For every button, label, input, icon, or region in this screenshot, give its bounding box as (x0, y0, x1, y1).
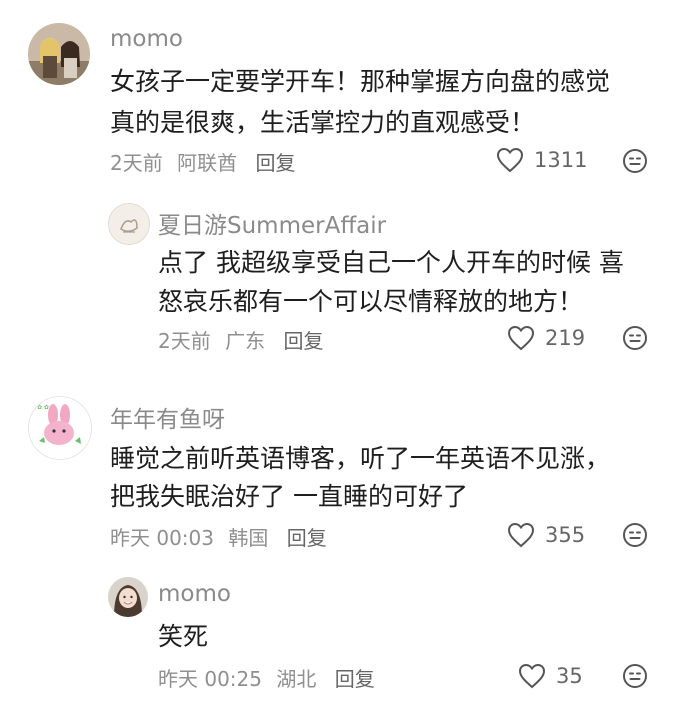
timestamp: 昨天 00:03 (110, 526, 214, 550)
location: 广东 (225, 329, 266, 353)
location: 阿联酋 (177, 151, 238, 175)
timestamp: 昨天 00:25 (158, 667, 262, 691)
emoji-face-icon (623, 523, 647, 547)
avatar[interactable]: ✿ ✿ (28, 396, 92, 460)
more-button[interactable] (622, 325, 648, 351)
comment-meta: 2天前 广东 回复 (158, 325, 331, 354)
comment-meta: 昨天 00:25 湖北 回复 (158, 663, 383, 692)
like-count: 35 (556, 664, 583, 688)
username[interactable]: 夏日游SummerAffair (158, 206, 386, 240)
pink-rabbit-avatar-icon: ✿ ✿ (29, 397, 91, 459)
comment-text-line: 睡觉之前听英语博客，听了一年英语不见涨， (110, 444, 611, 473)
like-button[interactable]: 35 (518, 661, 583, 691)
username[interactable]: momo (110, 26, 183, 52)
more-button[interactable] (622, 663, 648, 689)
heart-outline-icon (496, 147, 524, 173)
timestamp: 2天前 (158, 329, 211, 353)
comment-text-line: 把我失眠治好了 一直睡的可好了 (110, 482, 468, 511)
location: 湖北 (276, 667, 317, 691)
svg-text:✿ ✿: ✿ ✿ (37, 404, 49, 411)
emoji-face-icon (623, 326, 647, 350)
dolls-avatar-icon (28, 23, 90, 85)
emoji-face-icon (623, 664, 647, 688)
username[interactable]: momo (158, 581, 231, 607)
reply-button[interactable]: 回复 (287, 526, 327, 550)
avatar[interactable] (108, 577, 148, 617)
more-button[interactable] (622, 522, 648, 548)
timestamp: 2天前 (110, 151, 163, 175)
heart-outline-icon (507, 325, 535, 351)
more-button[interactable] (622, 148, 648, 174)
comment-text-line: 女孩子一定要学开车！那种掌握方向盘的感觉 (110, 67, 611, 96)
heart-outline-icon (507, 522, 535, 548)
reply-button[interactable]: 回复 (335, 667, 375, 691)
sketch-avatar-icon (109, 204, 149, 244)
avatar[interactable] (108, 203, 150, 245)
location: 韩国 (228, 526, 269, 550)
like-count: 1311 (534, 148, 588, 172)
comment-text-line: 怒哀乐都有一个可以尽情释放的地方！ (158, 287, 584, 316)
like-button[interactable]: 219 (507, 323, 585, 353)
comment-meta: 昨天 00:03 韩国 回复 (110, 522, 335, 551)
like-count: 219 (545, 326, 586, 350)
emoji-face-icon (623, 149, 647, 173)
avatar[interactable] (28, 23, 90, 85)
like-button[interactable]: 1311 (496, 145, 587, 175)
heart-outline-icon (518, 663, 546, 689)
portrait-avatar-icon (108, 577, 148, 617)
reply-button[interactable]: 回复 (255, 151, 295, 175)
like-count: 355 (545, 523, 586, 547)
username[interactable]: 年年有鱼呀 (110, 400, 225, 434)
reply-button[interactable]: 回复 (283, 329, 323, 353)
comment-text-line: 真的是很爽，生活掌控力的直观感受！ (110, 108, 536, 137)
like-button[interactable]: 355 (507, 520, 585, 550)
comment-text-line: 点了 我超级享受自己一个人开车的时候 喜 (158, 248, 624, 277)
comment-text-line: 笑死 (158, 622, 209, 651)
comment-meta: 2天前 阿联酋 回复 (110, 147, 303, 176)
